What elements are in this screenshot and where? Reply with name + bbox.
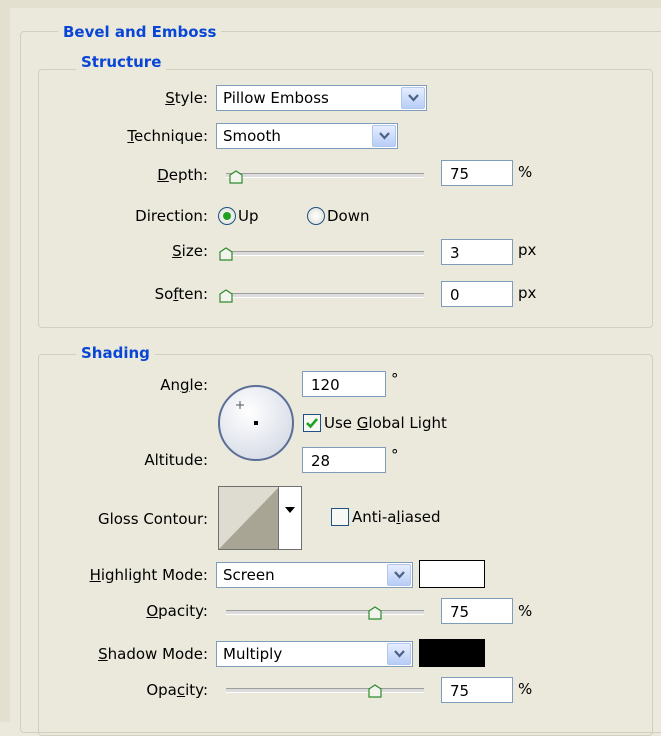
altitude-value: 28 <box>311 452 331 470</box>
shadow-color-swatch[interactable] <box>419 639 485 667</box>
direction-up-label[interactable]: Up <box>238 207 259 225</box>
technique-dropdown-arrow[interactable] <box>372 125 396 147</box>
highlight-opacity-slider-track[interactable] <box>226 610 424 615</box>
style-dropdown[interactable]: Pillow Emboss <box>216 85 427 111</box>
soften-unit: px <box>518 284 537 302</box>
depth-label: Depth: <box>157 166 208 184</box>
direction-label: Direction: <box>135 207 208 225</box>
structure-title: Structure <box>76 53 167 71</box>
gloss-contour-label: Gloss Contour: <box>97 510 208 528</box>
size-unit: px <box>518 241 537 259</box>
checkmark-icon <box>306 418 318 429</box>
depth-unit: % <box>518 163 533 181</box>
style-label: Style: <box>165 89 208 107</box>
depth-input[interactable]: 75 <box>441 160 513 186</box>
highlight-mode-value: Screen <box>223 566 275 584</box>
depth-slider-thumb[interactable] <box>229 170 243 184</box>
chevron-down-icon <box>408 94 419 102</box>
gloss-contour-picker[interactable] <box>218 486 302 550</box>
altitude-input[interactable]: 28 <box>302 447 386 473</box>
angle-dial[interactable] <box>216 383 296 463</box>
shading-group <box>38 354 653 736</box>
angle-input[interactable]: 120 <box>302 371 386 397</box>
global-light-checkbox[interactable] <box>303 414 321 432</box>
depth-slider-track[interactable] <box>226 173 424 178</box>
size-slider-track[interactable] <box>226 251 424 256</box>
soften-input[interactable]: 0 <box>441 281 513 307</box>
shadow-opacity-input[interactable]: 75 <box>441 677 513 703</box>
technique-label: Technique: <box>127 127 208 145</box>
shadow-opacity-slider-thumb[interactable] <box>367 684 382 698</box>
triangle-down-icon <box>285 507 295 513</box>
window-frame-left <box>0 0 10 722</box>
chevron-down-icon <box>379 132 390 140</box>
style-value: Pillow Emboss <box>223 89 329 107</box>
size-input[interactable]: 3 <box>441 239 513 265</box>
style-dropdown-arrow[interactable] <box>401 87 425 109</box>
shadow-opacity-label: Opacity: <box>146 681 208 699</box>
highlight-opacity-unit: % <box>518 602 533 620</box>
altitude-label: Altitude: <box>144 451 208 469</box>
highlight-mode-dropdown[interactable]: Screen <box>216 562 413 588</box>
technique-dropdown[interactable]: Smooth <box>216 123 398 149</box>
highlight-opacity-slider-thumb[interactable] <box>367 606 382 620</box>
direction-down-label[interactable]: Down <box>327 207 370 225</box>
size-slider-thumb[interactable] <box>219 247 233 261</box>
angle-unit: ° <box>391 370 399 388</box>
window-frame-top <box>0 0 661 8</box>
highlight-opacity-input[interactable]: 75 <box>441 598 513 624</box>
shadow-mode-label: Shadow Mode: <box>98 645 208 663</box>
angle-value: 120 <box>311 376 340 394</box>
soften-slider-thumb[interactable] <box>219 289 233 303</box>
size-label: Size: <box>172 242 208 260</box>
altitude-unit: ° <box>391 446 399 464</box>
anti-aliased-label[interactable]: Anti-aliased <box>352 508 441 526</box>
shadow-mode-dropdown[interactable]: Multiply <box>216 641 413 667</box>
shadow-mode-value: Multiply <box>223 645 283 663</box>
depth-value: 75 <box>450 165 470 183</box>
shading-title: Shading <box>76 344 155 362</box>
shadow-opacity-value: 75 <box>450 682 470 700</box>
size-value: 3 <box>450 244 460 262</box>
shadow-mode-dropdown-arrow[interactable] <box>387 643 411 665</box>
highlight-color-swatch[interactable] <box>419 560 485 588</box>
anti-aliased-checkbox[interactable] <box>331 508 349 526</box>
direction-down-radio[interactable] <box>307 207 325 225</box>
soften-value: 0 <box>450 286 460 304</box>
bevel-emboss-title: Bevel and Emboss <box>58 23 222 41</box>
highlight-mode-label: Highlight Mode: <box>89 566 208 584</box>
highlight-opacity-label: Opacity: <box>146 602 208 620</box>
angle-label: Angle: <box>160 376 208 394</box>
direction-up-radio[interactable] <box>218 207 236 225</box>
highlight-opacity-value: 75 <box>450 603 470 621</box>
gloss-contour-dropdown-arrow[interactable] <box>278 487 301 549</box>
soften-slider-track[interactable] <box>226 293 424 298</box>
shadow-opacity-slider-track[interactable] <box>226 688 424 693</box>
technique-value: Smooth <box>223 127 281 145</box>
chevron-down-icon <box>394 571 405 579</box>
global-light-label[interactable]: Use Global Light <box>324 414 447 432</box>
soften-label: Soften: <box>154 285 208 303</box>
radio-selected-dot <box>223 212 231 220</box>
shadow-opacity-unit: % <box>518 680 533 698</box>
contour-preview-icon <box>219 487 279 549</box>
chevron-down-icon <box>394 650 405 658</box>
highlight-mode-dropdown-arrow[interactable] <box>387 564 411 586</box>
